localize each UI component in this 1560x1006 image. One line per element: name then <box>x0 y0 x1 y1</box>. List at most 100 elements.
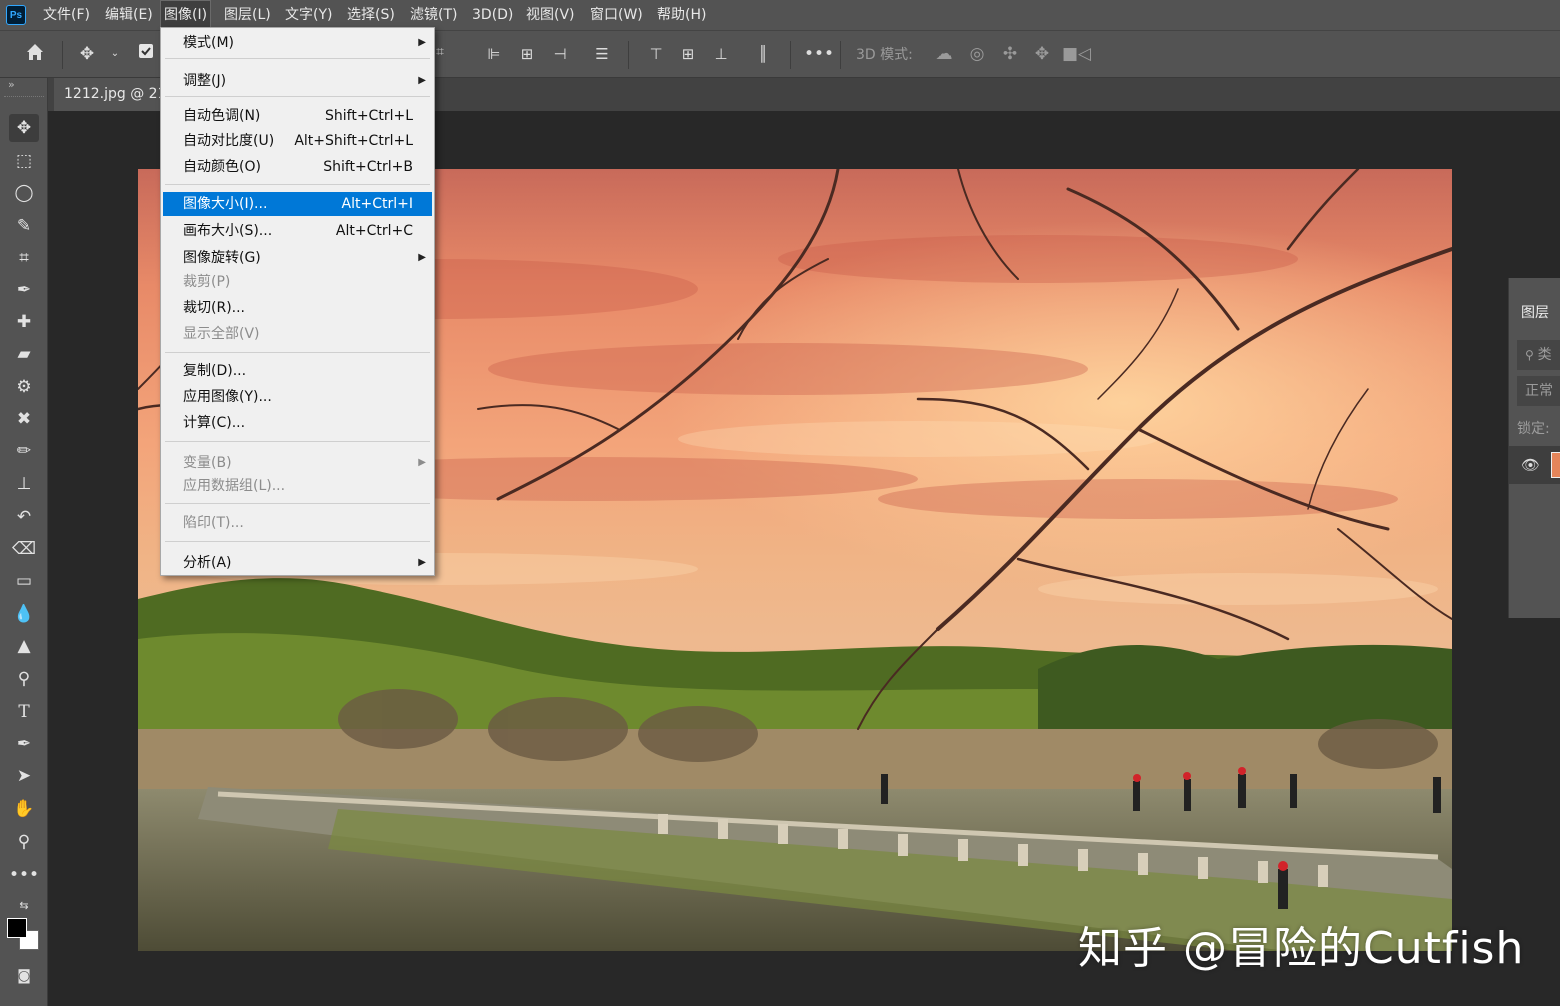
content-aware-move-icon[interactable]: ✖ <box>9 405 39 433</box>
3d-slide-icon[interactable]: ✥ <box>1029 41 1055 67</box>
distribute-v-icon[interactable]: ║ <box>750 41 776 67</box>
menu-item-image-size[interactable]: 图像大小(I)... Alt+Ctrl+I <box>163 192 432 216</box>
distribute-icon[interactable]: ☰ <box>589 41 615 67</box>
menu-edit[interactable]: 编辑(E) <box>101 0 157 30</box>
menu-item-label: 变量(B) <box>183 455 232 471</box>
menu-item-auto-contrast[interactable]: 自动对比度(U) Alt+Shift+Ctrl+L <box>163 129 432 153</box>
chevron-down-icon[interactable]: ⌄ <box>102 41 128 67</box>
3d-orbit-icon[interactable]: ☁ <box>931 41 957 67</box>
marquee-tool-icon[interactable]: ⬚ <box>9 147 39 175</box>
align-hcenter-icon[interactable]: ⊞ <box>514 41 540 67</box>
visibility-eye-icon[interactable]: 👁 <box>1521 456 1540 474</box>
menu-item-calculations[interactable]: 计算(C)... <box>163 411 432 435</box>
menu-file[interactable]: 文件(F) <box>39 0 94 30</box>
menu-item-image-rotation[interactable]: 图像旋转(G) ▶ <box>163 246 432 270</box>
zoom-tool-icon[interactable]: ⚲ <box>9 828 39 856</box>
menu-item-canvas-size[interactable]: 画布大小(S)... Alt+Ctrl+C <box>163 219 432 243</box>
menu-item-label: 裁切(R)... <box>183 300 246 316</box>
menu-item-shortcut: Alt+Shift+Ctrl+L <box>294 133 413 149</box>
submenu-arrow-icon: ▶ <box>418 75 426 86</box>
swap-colors-icon[interactable]: ⇆ <box>9 892 39 920</box>
brush-tool-icon[interactable]: ✏ <box>9 437 39 465</box>
clone-stamp-tool-icon[interactable]: ⊥ <box>9 470 39 498</box>
align-vcenter-icon[interactable]: ⊞ <box>675 41 701 67</box>
tools-panel: » ✥ ⬚ ◯ ✎ ⌗ ✒ ✚ ▰ ⚙ ✖ ✏ ⊥ ↶ ⌫ ▭ 💧 ▲ ⚲ T … <box>0 78 48 1006</box>
frame-tool-icon[interactable]: ⚙ <box>9 373 39 401</box>
document-tab[interactable]: 1212.jpg @ 21 <box>54 78 174 111</box>
menu-item-label: 应用数据组(L)... <box>183 478 286 494</box>
menu-item-label: 模式(M) <box>183 35 235 51</box>
menu-item-shortcut: Alt+Ctrl+I <box>341 196 413 212</box>
align-top-icon[interactable]: ⊤ <box>643 41 669 67</box>
menu-item-apply-image[interactable]: 应用图像(Y)... <box>163 385 432 409</box>
menu-item-trap: 陷印(T)... <box>163 511 432 535</box>
quick-mask-icon[interactable]: ◙ <box>9 962 39 990</box>
menu-item-adjustments[interactable]: 调整(J) ▶ <box>163 69 432 93</box>
blend-mode-select[interactable]: 正常 <box>1517 376 1560 406</box>
move-tool-icon[interactable]: ✥ <box>9 114 39 142</box>
menu-image[interactable]: 图像(I) <box>160 0 212 30</box>
home-icon[interactable] <box>22 41 48 67</box>
sharpen-tool-icon[interactable]: ▲ <box>9 632 39 660</box>
dodge-tool-icon[interactable]: ⚲ <box>9 665 39 693</box>
menu-item-shortcut: Alt+Ctrl+C <box>335 223 413 239</box>
menu-3d[interactable]: 3D(D) <box>468 0 517 30</box>
layer-search-placeholder: 类 <box>1537 347 1552 363</box>
photoshop-logo: Ps <box>6 5 26 25</box>
menu-layer[interactable]: 图层(L) <box>220 0 275 30</box>
3d-camera-icon[interactable]: ■◁ <box>1062 41 1091 67</box>
layer-search-field[interactable]: ⚲ 类 <box>1517 340 1560 370</box>
3d-mode-label: 3D 模式: <box>856 47 913 63</box>
lock-label: 锁定: <box>1517 421 1550 437</box>
menu-item-auto-color[interactable]: 自动颜色(O) Shift+Ctrl+B <box>163 155 432 179</box>
quick-select-tool-icon[interactable]: ✎ <box>9 212 39 240</box>
type-tool-icon[interactable]: T <box>9 698 39 726</box>
gradient-tool-icon[interactable]: ▭ <box>9 567 39 595</box>
crop-tool-icon[interactable]: ⌗ <box>9 244 39 272</box>
menu-item-mode[interactable]: 模式(M) ▶ <box>163 31 432 55</box>
blur-tool-icon[interactable]: 💧 <box>9 600 39 628</box>
menu-filter[interactable]: 滤镜(T) <box>406 0 461 30</box>
eraser-tool-icon[interactable]: ⌫ <box>9 535 39 563</box>
3d-roll-icon[interactable]: ◎ <box>964 41 990 67</box>
3d-pan-icon[interactable]: ✣ <box>997 41 1023 67</box>
move-tool-icon[interactable]: ✥ <box>74 41 100 67</box>
menu-item-label: 图像大小(I)... <box>183 196 268 212</box>
align-bottom-icon[interactable]: ⊥ <box>708 41 734 67</box>
pen-tool-icon[interactable]: ✒ <box>9 730 39 758</box>
eyedropper-tool-icon[interactable]: ✒ <box>9 276 39 304</box>
menu-window[interactable]: 窗口(W) <box>586 0 647 30</box>
layers-panel: 图层 ⚲ 类 正常 锁定: 👁 <box>1508 278 1560 618</box>
collapse-icon[interactable]: » <box>8 78 15 91</box>
more-options-icon[interactable]: ••• <box>804 41 834 67</box>
healing-brush-tool-icon[interactable]: ✚ <box>9 308 39 336</box>
menu-item-duplicate[interactable]: 复制(D)... <box>163 359 432 383</box>
layer-row[interactable]: 👁 <box>1509 446 1560 484</box>
menu-item-analysis[interactable]: 分析(A) ▶ <box>163 551 432 575</box>
menu-type[interactable]: 文字(Y) <box>281 0 336 30</box>
foreground-color-swatch[interactable] <box>7 918 27 938</box>
layers-tab[interactable]: 图层 <box>1509 298 1560 328</box>
align-left-icon[interactable]: ⊫ <box>481 41 507 67</box>
align-right-icon[interactable]: ⊣ <box>547 41 573 67</box>
submenu-arrow-icon: ▶ <box>418 457 426 468</box>
menu-item-label: 陷印(T)... <box>183 515 244 531</box>
menu-item-shortcut: Shift+Ctrl+L <box>325 108 413 124</box>
menu-item-label: 显示全部(V) <box>183 326 260 342</box>
hand-tool-icon[interactable]: ✋ <box>9 795 39 823</box>
submenu-arrow-icon: ▶ <box>418 557 426 568</box>
auto-select-checkbox[interactable] <box>133 41 159 67</box>
menu-select[interactable]: 选择(S) <box>343 0 399 30</box>
menu-item-trim[interactable]: 裁切(R)... <box>163 296 432 320</box>
history-brush-tool-icon[interactable]: ↶ <box>9 503 39 531</box>
menu-view[interactable]: 视图(V) <box>522 0 579 30</box>
path-select-tool-icon[interactable]: ➤ <box>9 762 39 790</box>
menu-item-label: 自动对比度(U) <box>183 133 275 149</box>
menu-help[interactable]: 帮助(H) <box>653 0 710 30</box>
menu-item-label: 画布大小(S)... <box>183 223 273 239</box>
menu-item-apply-data-set: 应用数据组(L)... <box>163 474 432 498</box>
menu-item-auto-tone[interactable]: 自动色调(N) Shift+Ctrl+L <box>163 104 432 128</box>
bandage-tool-icon[interactable]: ▰ <box>9 340 39 368</box>
more-tools-icon[interactable]: ••• <box>9 861 39 889</box>
lasso-tool-icon[interactable]: ◯ <box>9 179 39 207</box>
